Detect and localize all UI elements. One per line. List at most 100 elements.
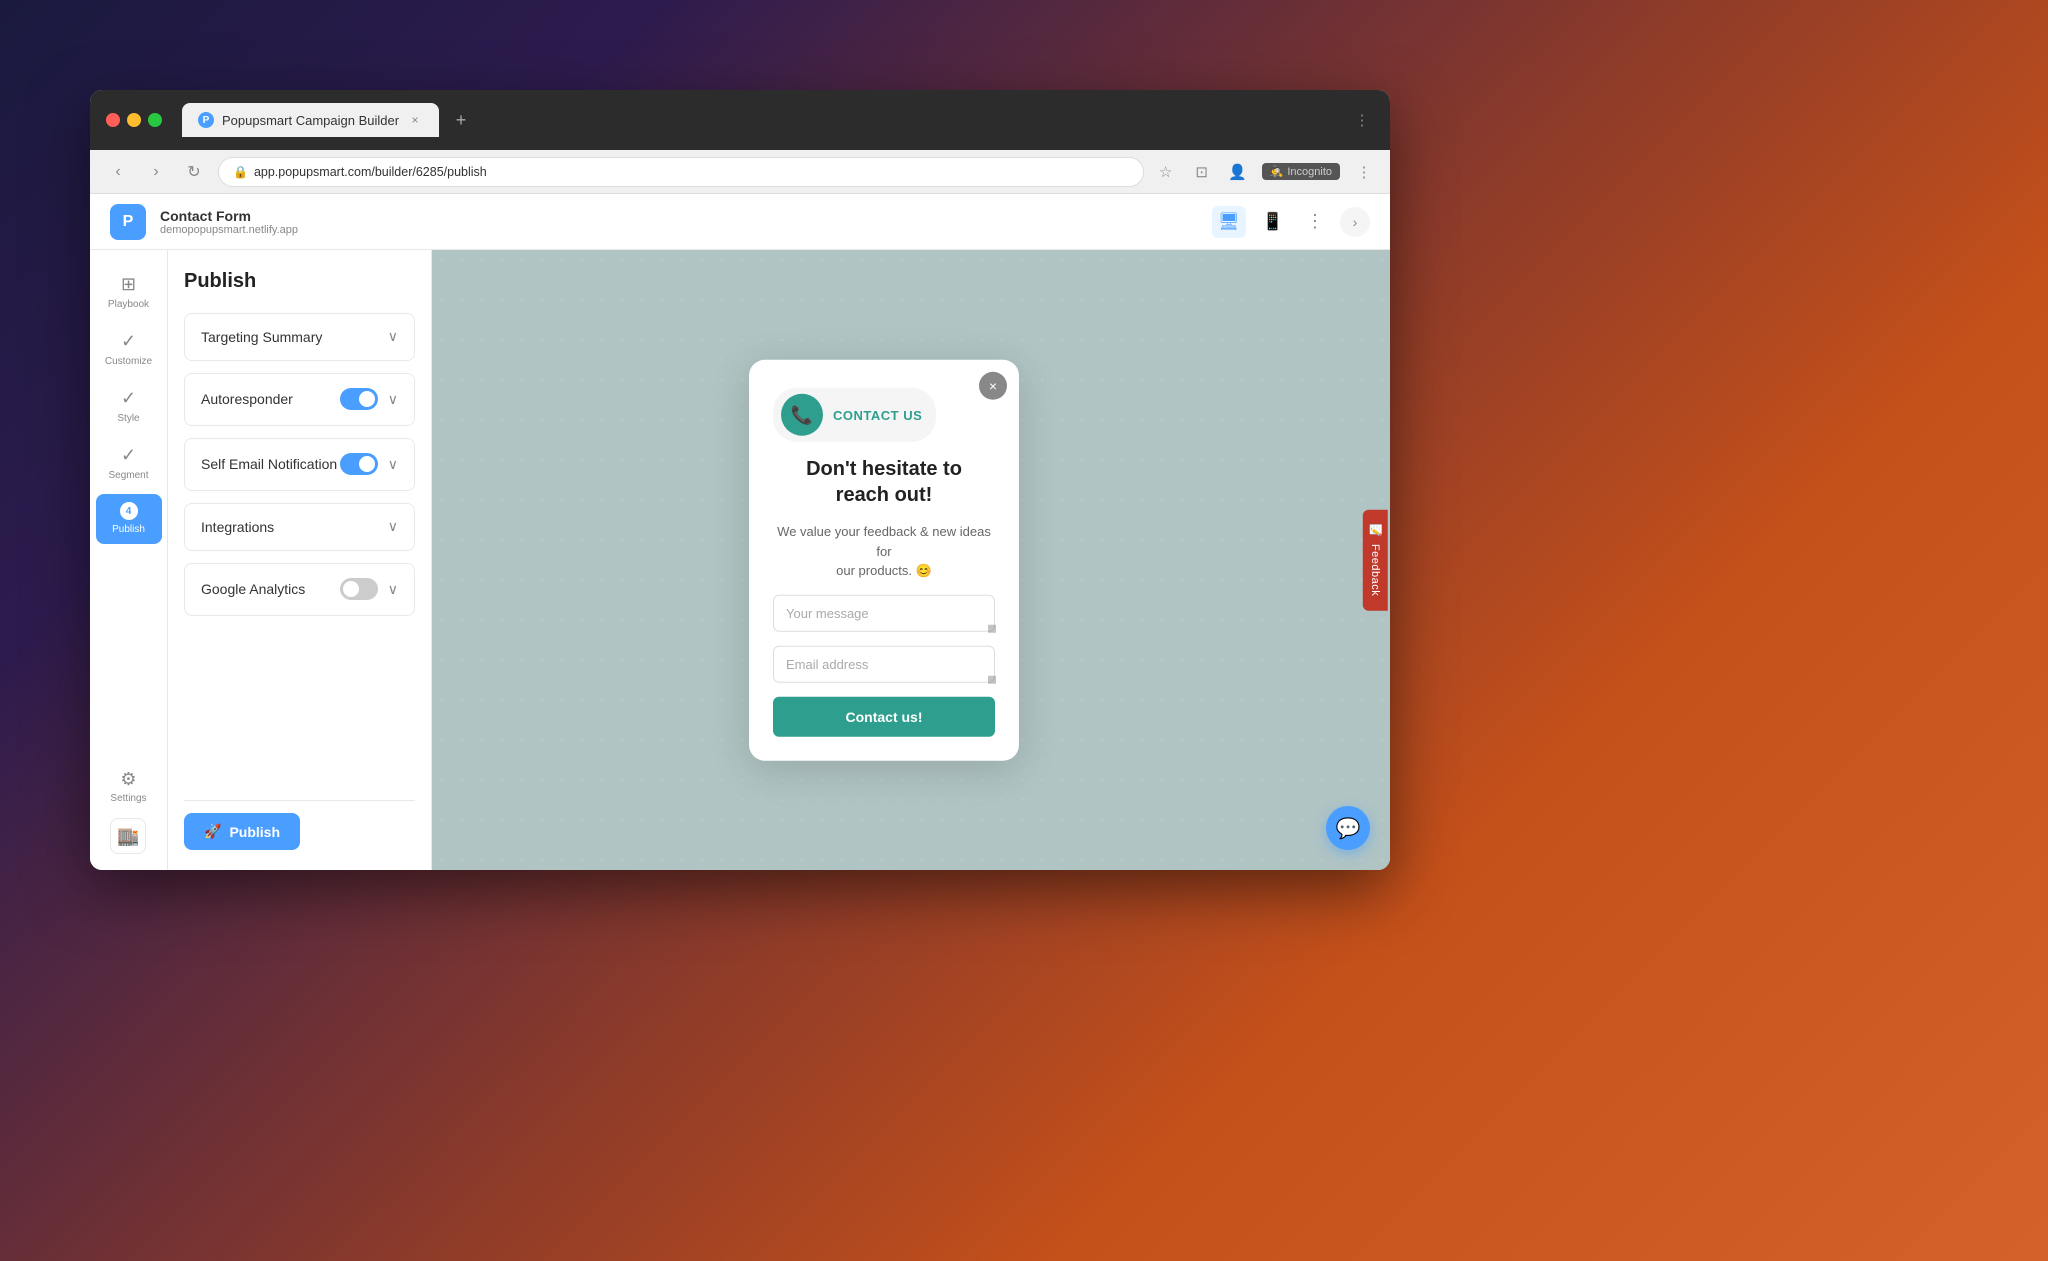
publish-button-label: Publish: [229, 824, 280, 840]
style-icon: ✓: [121, 388, 136, 409]
segment-icon: ✓: [121, 445, 136, 466]
desktop-view-button[interactable]: 🖥: [1212, 206, 1246, 238]
input-resize-handle-2: [988, 675, 996, 683]
mobile-icon[interactable]: 📱: [1256, 206, 1290, 238]
address-url: app.popupsmart.com/builder/6285/publish: [254, 165, 487, 179]
sidebar-item-publish[interactable]: 4 Publish: [96, 494, 162, 544]
address-bar-row: ‹ › ↻ 🔒 app.popupsmart.com/builder/6285/…: [90, 150, 1390, 194]
email-input[interactable]: Email address: [773, 645, 995, 682]
app-title-group: Contact Form demopopupsmart.netlify.app: [160, 208, 1198, 236]
self-email-header[interactable]: Self Email Notification ∨: [185, 439, 414, 490]
sidebar-item-segment[interactable]: ✓ Segment: [96, 437, 162, 490]
sidebar-item-customize[interactable]: ✓ Customize: [96, 323, 162, 376]
popup-submit-button[interactable]: Contact us!: [773, 696, 995, 736]
feedback-label: Feedback: [1370, 544, 1382, 596]
sidebar-label-segment: Segment: [108, 470, 148, 482]
nav-forward-button[interactable]: ›: [142, 158, 170, 186]
bookmark-button[interactable]: ☆: [1154, 160, 1178, 184]
self-email-toggle[interactable]: [340, 453, 378, 475]
publish-bottom: 🚀 Publish: [184, 800, 415, 850]
publish-button[interactable]: 🚀 Publish: [184, 813, 300, 850]
google-analytics-right: ∨: [340, 578, 398, 600]
playbook-icon: ⊞: [121, 274, 136, 295]
google-analytics-chevron: ∨: [388, 581, 398, 598]
tab-close-button[interactable]: ×: [407, 112, 423, 128]
app-logo: P: [110, 204, 146, 240]
autoresponder-label: Autoresponder: [201, 391, 293, 407]
integrations-label: Integrations: [201, 519, 274, 535]
sidebar-item-style[interactable]: ✓ Style: [96, 380, 162, 433]
google-analytics-toggle[interactable]: [340, 578, 378, 600]
autoresponder-section: Autoresponder ∨: [184, 373, 415, 426]
publish-button-icon: 🚀: [204, 823, 221, 840]
traffic-lights: [106, 113, 162, 127]
publish-panel: Publish Targeting Summary ∨ Autoresponde…: [168, 250, 432, 870]
autoresponder-header[interactable]: Autoresponder ∨: [185, 374, 414, 425]
close-window-button[interactable]: [106, 113, 120, 127]
header-more-button[interactable]: ⋮: [1300, 207, 1330, 237]
sidebar-label-playbook: Playbook: [108, 299, 149, 311]
preview-area: × 📞 CONTACT US Don't hesitate toreach ou…: [432, 250, 1390, 870]
browser-actions: ☆ ⊡ 👤 🕵️ Incognito ⋮: [1154, 160, 1376, 184]
browser-chrome: P Popupsmart Campaign Builder × + ⋮: [90, 90, 1390, 150]
autoresponder-toggle[interactable]: [340, 388, 378, 410]
integrations-chevron: ∨: [388, 518, 398, 535]
input-resize-handle: [988, 624, 996, 632]
active-tab[interactable]: P Popupsmart Campaign Builder ×: [182, 103, 439, 137]
autoresponder-right: ∨: [340, 388, 398, 410]
app-title: Contact Form: [160, 208, 1198, 224]
nav-refresh-button[interactable]: ↻: [180, 158, 208, 186]
desktop-icon[interactable]: 🖥: [1212, 206, 1246, 238]
integrations-section: Integrations ∨: [184, 503, 415, 551]
chat-bubble-icon: 💬: [1336, 816, 1361, 841]
panel-expand-button[interactable]: ›: [1340, 207, 1370, 237]
targeting-summary-header[interactable]: Targeting Summary ∨: [185, 314, 414, 360]
self-email-chevron: ∨: [388, 456, 398, 473]
sidebar-item-playbook[interactable]: ⊞ Playbook: [96, 266, 162, 319]
incognito-badge: 🕵️ Incognito: [1262, 163, 1340, 180]
integrations-right: ∨: [388, 518, 398, 535]
store-icon-button[interactable]: 🏬: [110, 818, 146, 854]
targeting-summary-right: ∨: [388, 328, 398, 345]
publish-badge: 4: [120, 502, 138, 520]
tab-favicon: P: [198, 112, 214, 128]
feedback-tab[interactable]: 📝 Feedback: [1363, 510, 1388, 611]
message-input[interactable]: Your message: [773, 594, 995, 631]
sidebar-label-customize: Customize: [105, 356, 152, 368]
profile-button[interactable]: 👤: [1226, 160, 1250, 184]
autoresponder-chevron: ∨: [388, 391, 398, 408]
address-bar[interactable]: 🔒 app.popupsmart.com/builder/6285/publis…: [218, 157, 1144, 187]
popup-close-button[interactable]: ×: [979, 372, 1007, 400]
nav-back-button[interactable]: ‹: [104, 158, 132, 186]
address-lock-icon: 🔒: [233, 165, 248, 179]
message-input-wrapper: Your message: [773, 594, 995, 631]
google-analytics-header[interactable]: Google Analytics ∨: [185, 564, 414, 615]
self-email-right: ∨: [340, 453, 398, 475]
sidebar-label-publish: Publish: [112, 524, 145, 536]
self-email-section: Self Email Notification ∨: [184, 438, 415, 491]
targeting-summary-section: Targeting Summary ∨: [184, 313, 415, 361]
browser-settings-button[interactable]: ⋮: [1352, 160, 1376, 184]
minimize-window-button[interactable]: [127, 113, 141, 127]
extension-button[interactable]: ⊡: [1190, 160, 1214, 184]
maximize-window-button[interactable]: [148, 113, 162, 127]
mobile-view-button[interactable]: 📱: [1256, 206, 1290, 238]
tab-bar: P Popupsmart Campaign Builder × +: [182, 103, 1340, 137]
panel-title: Publish: [184, 270, 415, 293]
sidebar-item-settings[interactable]: ⚙ Settings: [104, 763, 152, 810]
email-input-wrapper: Email address: [773, 645, 995, 682]
popup-header-badge: 📞 CONTACT US: [773, 388, 936, 442]
new-tab-button[interactable]: +: [447, 106, 475, 134]
integrations-header[interactable]: Integrations ∨: [185, 504, 414, 550]
settings-icon: ⚙: [120, 769, 136, 790]
targeting-summary-chevron: ∨: [388, 328, 398, 345]
browser-more-button[interactable]: ⋮: [1350, 108, 1374, 132]
popup-contact-label: CONTACT US: [833, 407, 922, 422]
tab-title: Popupsmart Campaign Builder: [222, 113, 399, 128]
targeting-summary-label: Targeting Summary: [201, 329, 322, 345]
browser-window: P Popupsmart Campaign Builder × + ⋮ ‹ › …: [90, 90, 1390, 870]
app-content: ⊞ Playbook ✓ Customize ✓ Style ✓ Segment…: [90, 250, 1390, 870]
app-subtitle: demopopupsmart.netlify.app: [160, 224, 1198, 236]
chat-bubble-button[interactable]: 💬: [1326, 806, 1370, 850]
customize-icon: ✓: [121, 331, 136, 352]
